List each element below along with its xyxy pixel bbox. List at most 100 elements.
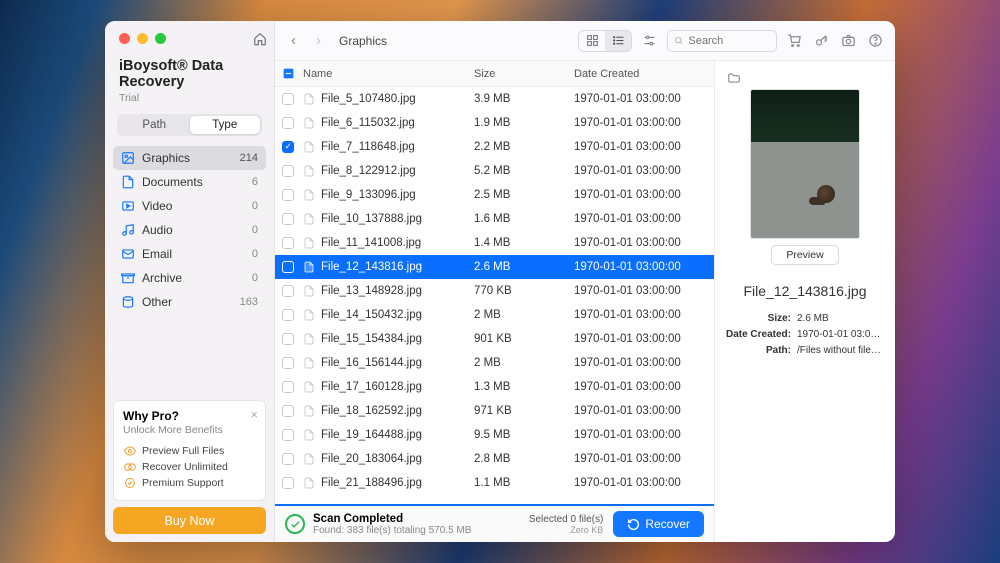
row-checkbox[interactable] bbox=[275, 189, 301, 201]
row-checkbox[interactable] bbox=[275, 357, 301, 369]
file-size: 2.6 MB bbox=[474, 261, 574, 273]
row-checkbox[interactable] bbox=[275, 117, 301, 129]
file-icon bbox=[301, 284, 317, 298]
column-date[interactable]: Date Created bbox=[574, 68, 714, 80]
row-checkbox[interactable] bbox=[275, 477, 301, 489]
row-checkbox[interactable] bbox=[275, 237, 301, 249]
file-size: 901 KB bbox=[474, 333, 574, 345]
close-icon[interactable]: × bbox=[250, 407, 258, 422]
select-all-indicator[interactable] bbox=[275, 67, 301, 80]
recover-button[interactable]: Recover bbox=[613, 511, 704, 537]
file-date: 1970-01-01 03:00:00 bbox=[574, 429, 714, 441]
row-checkbox[interactable] bbox=[275, 453, 301, 465]
row-checkbox[interactable] bbox=[275, 333, 301, 345]
row-checkbox[interactable] bbox=[275, 285, 301, 297]
file-date: 1970-01-01 03:00:00 bbox=[574, 405, 714, 417]
file-row[interactable]: File_10_137888.jpg1.6 MB1970-01-01 03:00… bbox=[275, 207, 714, 231]
sidebar-item-archive[interactable]: Archive0 bbox=[113, 266, 266, 290]
sidebar-item-other[interactable]: Other163 bbox=[113, 290, 266, 314]
file-row[interactable]: File_18_162592.jpg971 KB1970-01-01 03:00… bbox=[275, 399, 714, 423]
file-row[interactable]: File_7_118648.jpg2.2 MB1970-01-01 03:00:… bbox=[275, 135, 714, 159]
filter-icon[interactable] bbox=[640, 33, 659, 48]
forward-button[interactable] bbox=[310, 34, 327, 48]
folder-icon[interactable] bbox=[727, 71, 741, 85]
file-row[interactable]: File_12_143816.jpg2.6 MB1970-01-01 03:00… bbox=[275, 255, 714, 279]
other-icon bbox=[121, 295, 135, 309]
minimize-window-button[interactable] bbox=[137, 33, 148, 44]
row-checkbox[interactable] bbox=[275, 429, 301, 441]
category-label: Archive bbox=[142, 271, 182, 285]
row-checkbox[interactable] bbox=[275, 93, 301, 105]
category-label: Email bbox=[142, 247, 172, 261]
grid-view-button[interactable] bbox=[579, 31, 605, 51]
file-name: File_6_115032.jpg bbox=[321, 117, 474, 129]
file-row[interactable]: File_21_188496.jpg1.1 MB1970-01-01 03:00… bbox=[275, 471, 714, 495]
row-checkbox[interactable] bbox=[275, 165, 301, 177]
row-checkbox[interactable] bbox=[275, 261, 301, 273]
fullscreen-window-button[interactable] bbox=[155, 33, 166, 44]
row-checkbox[interactable] bbox=[275, 405, 301, 417]
sidebar-item-graphics[interactable]: Graphics214 bbox=[113, 146, 266, 170]
file-icon bbox=[301, 428, 317, 442]
row-checkbox[interactable] bbox=[275, 213, 301, 225]
help-icon[interactable] bbox=[866, 33, 885, 48]
detail-size: 2.6 MB bbox=[797, 313, 885, 324]
documents-icon bbox=[121, 175, 135, 189]
preview-button[interactable]: Preview bbox=[771, 245, 838, 265]
sidebar-item-audio[interactable]: Audio0 bbox=[113, 218, 266, 242]
file-row[interactable]: File_16_156144.jpg2 MB1970-01-01 03:00:0… bbox=[275, 351, 714, 375]
column-size[interactable]: Size bbox=[474, 68, 574, 80]
file-row[interactable]: File_17_160128.jpg1.3 MB1970-01-01 03:00… bbox=[275, 375, 714, 399]
sidebar-item-video[interactable]: Video0 bbox=[113, 194, 266, 218]
file-date: 1970-01-01 03:00:00 bbox=[574, 333, 714, 345]
tab-type[interactable]: Type bbox=[190, 116, 261, 134]
column-name[interactable]: Name bbox=[301, 68, 474, 80]
search-box[interactable] bbox=[667, 30, 777, 52]
file-row[interactable]: File_8_122912.jpg5.2 MB1970-01-01 03:00:… bbox=[275, 159, 714, 183]
file-row[interactable]: File_14_150432.jpg2 MB1970-01-01 03:00:0… bbox=[275, 303, 714, 327]
file-row[interactable]: File_15_154384.jpg901 KB1970-01-01 03:00… bbox=[275, 327, 714, 351]
camera-icon[interactable] bbox=[839, 33, 858, 48]
file-date: 1970-01-01 03:00:00 bbox=[574, 93, 714, 105]
file-size: 3.9 MB bbox=[474, 93, 574, 105]
promo-item-icon bbox=[123, 445, 136, 457]
detail-path-label: Path: bbox=[725, 345, 797, 356]
key-icon[interactable] bbox=[812, 33, 831, 48]
row-checkbox[interactable] bbox=[275, 141, 301, 153]
sidebar: iBoysoft® Data Recovery Trial Path Type … bbox=[105, 21, 275, 542]
cart-icon[interactable] bbox=[785, 33, 804, 48]
category-list: Graphics214Documents6Video0Audio0Email0A… bbox=[105, 146, 274, 314]
file-row[interactable]: File_6_115032.jpg1.9 MB1970-01-01 03:00:… bbox=[275, 111, 714, 135]
buy-now-button[interactable]: Buy Now bbox=[113, 507, 266, 534]
refresh-icon bbox=[627, 518, 640, 531]
sidebar-item-documents[interactable]: Documents6 bbox=[113, 170, 266, 194]
back-button[interactable] bbox=[285, 34, 302, 48]
category-label: Video bbox=[142, 199, 172, 213]
file-row[interactable]: File_19_164488.jpg9.5 MB1970-01-01 03:00… bbox=[275, 423, 714, 447]
promo-item: Premium Support bbox=[123, 475, 256, 491]
detail-size-label: Size: bbox=[725, 313, 797, 324]
file-name: File_12_143816.jpg bbox=[321, 261, 474, 273]
file-row[interactable]: File_20_183064.jpg2.8 MB1970-01-01 03:00… bbox=[275, 447, 714, 471]
search-input[interactable] bbox=[688, 35, 770, 47]
file-size: 2.2 MB bbox=[474, 141, 574, 153]
file-icon bbox=[301, 260, 317, 274]
file-icon bbox=[301, 164, 317, 178]
file-name: File_20_183064.jpg bbox=[321, 453, 474, 465]
list-view-button[interactable] bbox=[605, 31, 631, 51]
home-icon[interactable] bbox=[253, 32, 267, 46]
file-row[interactable]: File_13_148928.jpg770 KB1970-01-01 03:00… bbox=[275, 279, 714, 303]
audio-icon bbox=[121, 223, 135, 237]
tab-path[interactable]: Path bbox=[119, 116, 190, 134]
file-row[interactable]: File_5_107480.jpg3.9 MB1970-01-01 03:00:… bbox=[275, 87, 714, 111]
row-checkbox[interactable] bbox=[275, 381, 301, 393]
main-panel: Graphics Name Size Date Cr bbox=[275, 21, 895, 542]
sidebar-item-email[interactable]: Email0 bbox=[113, 242, 266, 266]
row-checkbox[interactable] bbox=[275, 309, 301, 321]
video-icon bbox=[121, 199, 135, 213]
file-size: 2 MB bbox=[474, 357, 574, 369]
file-row[interactable]: File_11_141008.jpg1.4 MB1970-01-01 03:00… bbox=[275, 231, 714, 255]
file-row[interactable]: File_9_133096.jpg2.5 MB1970-01-01 03:00:… bbox=[275, 183, 714, 207]
close-window-button[interactable] bbox=[119, 33, 130, 44]
detail-date-label: Date Created: bbox=[725, 329, 797, 340]
